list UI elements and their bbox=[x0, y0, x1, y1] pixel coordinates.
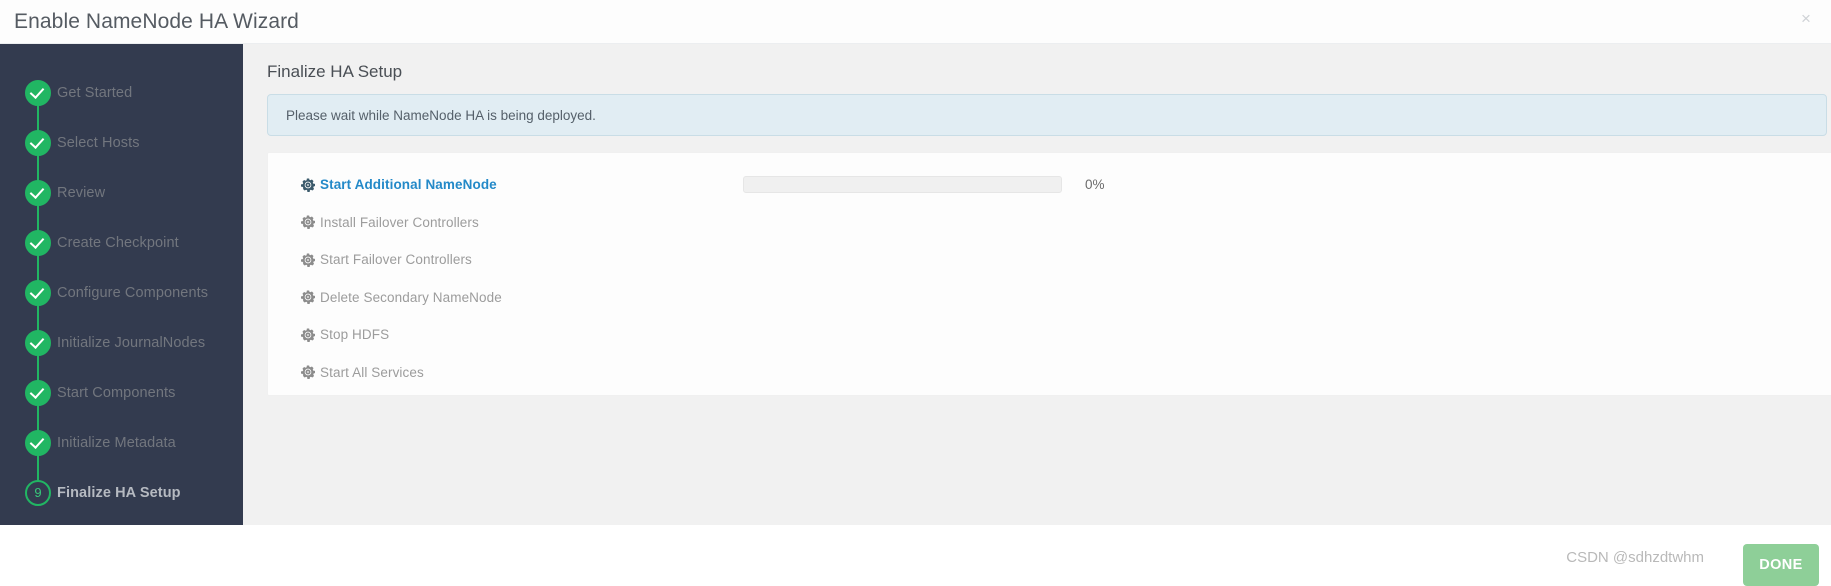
sidebar-step-label: Review bbox=[57, 185, 106, 201]
gear-icon bbox=[301, 290, 315, 305]
sidebar-step-review[interactable]: Review bbox=[0, 168, 243, 243]
task-label: Start Additional NameNode bbox=[320, 177, 497, 193]
sidebar-step-start-components[interactable]: Start Components bbox=[0, 368, 243, 443]
task-left[interactable]: Delete Secondary NameNode bbox=[301, 290, 502, 305]
task-label: Delete Secondary NameNode bbox=[320, 289, 502, 305]
task-left[interactable]: Start Additional NameNode bbox=[301, 177, 497, 192]
wizard-titlebar: Enable NameNode HA Wizard × bbox=[0, 0, 1831, 44]
task-row[interactable]: Install Failover Controllers bbox=[268, 204, 1831, 242]
task-row[interactable]: Start Failover Controllers bbox=[268, 241, 1831, 279]
sidebar-step-initialize-journalnodes[interactable]: Initialize JournalNodes bbox=[0, 318, 243, 393]
enable-namenode-ha-wizard: Enable NameNode HA Wizard × Get Started S… bbox=[0, 0, 1831, 586]
step-complete-check-icon bbox=[25, 130, 51, 156]
task-left[interactable]: Stop HDFS bbox=[301, 327, 389, 342]
sidebar-step-get-started[interactable]: Get Started bbox=[0, 68, 243, 143]
step-complete-check-icon bbox=[25, 230, 51, 256]
sidebar-step-label: Create Checkpoint bbox=[57, 235, 179, 251]
task-row[interactable]: Delete Secondary NameNode bbox=[268, 279, 1831, 317]
sidebar-step-label: Get Started bbox=[57, 85, 133, 101]
step-complete-check-icon bbox=[25, 330, 51, 356]
info-alert-text: Please wait while NameNode HA is being d… bbox=[286, 107, 596, 123]
page-title: Finalize HA Setup bbox=[267, 62, 403, 81]
step-list: Get Started Select Hosts Review Create Chec… bbox=[0, 68, 243, 518]
task-row[interactable]: Stop HDFS bbox=[268, 316, 1831, 354]
task-label: Start All Services bbox=[320, 364, 424, 380]
sidebar-step-label: Finalize HA Setup bbox=[57, 485, 181, 501]
task-row[interactable]: Start Additional NameNode 0% bbox=[268, 166, 1831, 204]
gear-icon bbox=[301, 253, 315, 267]
wizard-title: Enable NameNode HA Wizard bbox=[14, 10, 299, 33]
sidebar-step-label: Start Components bbox=[57, 385, 176, 401]
sidebar-step-initialize-metadata[interactable]: Initialize Metadata bbox=[0, 418, 243, 493]
step-complete-check-icon bbox=[25, 180, 51, 206]
task-left[interactable]: Start Failover Controllers bbox=[301, 252, 472, 267]
check-icon bbox=[29, 383, 45, 400]
wizard-footer: DONE bbox=[0, 525, 1831, 586]
gear-icon bbox=[301, 215, 315, 230]
task-left[interactable]: Start All Services bbox=[301, 365, 424, 380]
wizard-sidebar: Get Started Select Hosts Review Create Chec… bbox=[0, 44, 243, 525]
task-list-card: Start Additional NameNode 0% Install Failo… bbox=[267, 152, 1831, 396]
task-label: Install Failover Controllers bbox=[320, 214, 479, 230]
sidebar-step-configure-components[interactable]: Configure Components bbox=[0, 268, 243, 343]
done-button[interactable]: DONE bbox=[1743, 544, 1819, 586]
check-icon bbox=[29, 433, 45, 450]
step-complete-check-icon bbox=[25, 80, 51, 106]
wizard-main-panel: Finalize HA Setup Please wait while Name… bbox=[243, 44, 1831, 525]
check-icon bbox=[29, 233, 45, 250]
sidebar-step-select-hosts[interactable]: Select Hosts bbox=[0, 118, 243, 193]
check-icon bbox=[29, 183, 45, 200]
task-label: Start Failover Controllers bbox=[320, 252, 472, 268]
check-icon bbox=[29, 283, 45, 300]
step-complete-check-icon bbox=[25, 380, 51, 406]
gear-icon bbox=[301, 178, 315, 192]
check-icon bbox=[29, 133, 45, 150]
task-row[interactable]: Start All Services bbox=[268, 354, 1831, 392]
step-number-badge: 9 bbox=[25, 480, 51, 506]
sidebar-step-label: Initialize Metadata bbox=[57, 435, 176, 451]
sidebar-step-create-checkpoint[interactable]: Create Checkpoint bbox=[0, 218, 243, 293]
step-complete-check-icon bbox=[25, 430, 51, 456]
sidebar-step-label: Select Hosts bbox=[57, 135, 140, 151]
sidebar-step-label: Configure Components bbox=[57, 285, 209, 301]
task-label: Stop HDFS bbox=[320, 327, 390, 343]
task-rows: Start Additional NameNode 0% Install Failo… bbox=[268, 166, 1831, 391]
info-alert: Please wait while NameNode HA is being d… bbox=[267, 94, 1827, 136]
gear-icon bbox=[301, 328, 315, 342]
progress-percent-label: 0% bbox=[1085, 177, 1105, 193]
check-icon bbox=[29, 83, 45, 100]
progress-bar bbox=[743, 176, 1062, 194]
task-left[interactable]: Install Failover Controllers bbox=[301, 215, 479, 230]
sidebar-step-label: Initialize JournalNodes bbox=[57, 335, 206, 351]
task-progress-wrap: 0% bbox=[743, 176, 1105, 194]
sidebar-step-finalize-ha-setup[interactable]: 9 Finalize HA Setup bbox=[0, 468, 243, 518]
close-icon[interactable]: × bbox=[1795, 8, 1817, 30]
check-icon bbox=[29, 333, 45, 350]
gear-icon bbox=[301, 365, 315, 380]
step-complete-check-icon bbox=[25, 280, 51, 306]
wizard-body: Get Started Select Hosts Review Create Chec… bbox=[0, 44, 1831, 586]
